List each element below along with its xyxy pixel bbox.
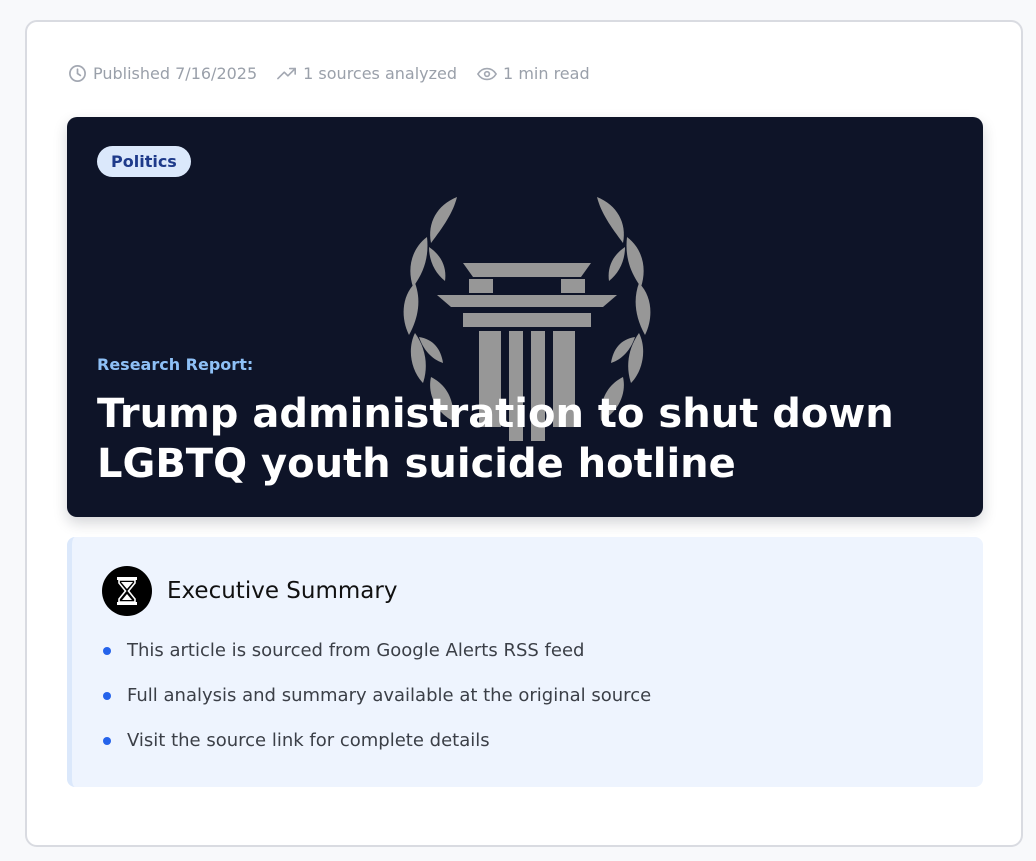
published-date: Published 7/16/2025 [93,64,258,83]
list-item: Visit the source link for complete detai… [102,729,651,753]
clock-icon [68,64,87,83]
summary-list: This article is sourced from Google Aler… [102,639,651,774]
executive-summary: Executive Summary This article is source… [67,537,983,787]
list-item-text: Full analysis and summary available at t… [127,685,652,706]
article-card: Published 7/16/2025 1 sources analyzed 1… [25,20,1023,847]
published-meta: Published 7/16/2025 [68,64,257,83]
sources-meta: 1 sources analyzed [277,64,457,83]
list-item: Full analysis and summary available at t… [102,684,651,708]
list-item: This article is sourced from Google Aler… [102,639,651,663]
read-time: 1 min read [503,64,590,83]
list-item-text: This article is sourced from Google Aler… [127,640,585,661]
list-item-text: Visit the source link for complete detai… [127,730,490,751]
bullet-dot-icon [103,692,111,700]
bullet-dot-icon [103,647,111,655]
article-meta: Published 7/16/2025 1 sources analyzed 1… [68,64,590,83]
hero-banner: Politics Research Report: Trump administ… [67,117,983,517]
category-badge[interactable]: Politics [97,146,191,177]
hourglass-logo [102,566,152,616]
bullet-dot-icon [103,737,111,745]
trending-up-icon [277,66,297,82]
eye-icon [477,67,498,81]
summary-title: Executive Summary [167,578,398,604]
read-time-meta: 1 min read [477,64,590,83]
article-title: Trump administration to shut down LGBTQ … [97,391,894,487]
sources-count: 1 sources analyzed [303,64,458,83]
report-kicker: Research Report: [97,355,254,374]
